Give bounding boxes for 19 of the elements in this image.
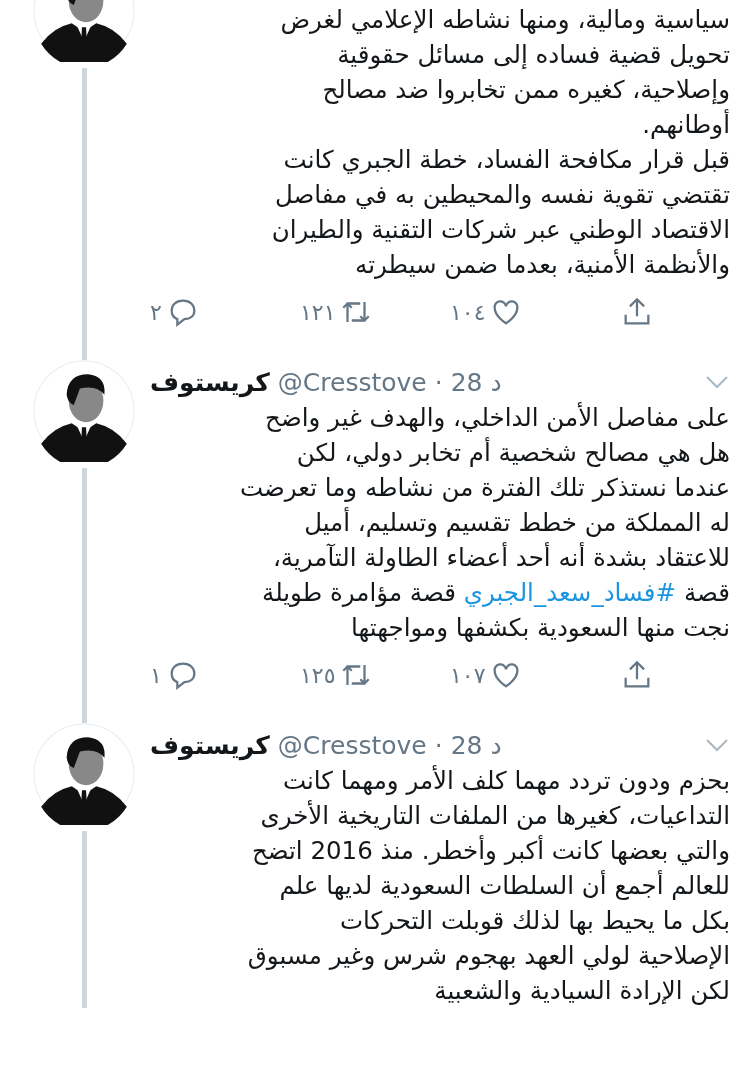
tweet-time: 28 د bbox=[450, 730, 502, 760]
tweet-text: بحزم ودون تردد مهما كلف الأمر ومهما كانت التداعيات، كغيرها من الملفات التاريخية الأخرى والتي بعضها كانت أكبر وأخطر. منذ 2016 اتضح للعالم أجمع أن السلطات السعودية لديها علم بكل ما يحيط بها لذلك قوبلت التحركات الإصلاحية لولي العهد بهجوم شرس وغير مسبوق لكن الإرادة السيادية والشعبية bbox=[246, 764, 730, 1007]
reply-count: ١ bbox=[150, 662, 162, 688]
avatar[interactable] bbox=[33, 723, 135, 825]
reply-count: ٢ bbox=[150, 299, 162, 325]
separator-dot: · bbox=[434, 367, 443, 397]
separator-dot: · bbox=[434, 730, 443, 760]
like-count: ١٠٧ bbox=[450, 662, 486, 688]
retweet-count: ١٢١ bbox=[300, 299, 336, 325]
tweet-text: على مفاصل الأمن الداخلي، والهدف غير واضح هل هي مصالح شخصية أم تخابر دولي، لكن عندما نستذكر تلك الفترة من نشاطه وما تعرضت له المملكة من خطط تقسيم وتسليم، أميل للاعتقاد بشدة أنه أحد أعضاء الطاولة التآمرية، قصة #فساد_سعد_الجبري قصة مؤامرة طويلة نجت منها السعودية بكشفها ومواجهتها bbox=[238, 401, 730, 644]
retweet-count: ١٢٥ bbox=[300, 662, 336, 688]
tweet-time: 28 د bbox=[450, 367, 502, 397]
tweet-text: سياسية ومالية، ومنها نشاطه الإعلامي لغرض تحويل قضية فساده إلى مسائل حقوقية وإصلاحية، كغيره ممن تخابروا ضد مصالح أوطانهم. قبل قرار مكافحة الفساد، خطة الجبري كانت تقتضي تقوية نفسه والمحيطين به في مفاصل الاقتصاد الوطني عبر شركات التقنية والطيران والأنظمة الأمنية، بعدما ضمن سيطرته bbox=[270, 4, 730, 281]
like-count: ١٠٤ bbox=[450, 299, 486, 325]
user-name[interactable]: كريستوف bbox=[150, 367, 270, 397]
avatar[interactable] bbox=[33, 360, 135, 462]
user-handle: @Cresstove bbox=[277, 730, 427, 760]
user-handle: @Cresstove bbox=[277, 367, 427, 397]
user-name[interactable]: كريستوف bbox=[150, 730, 270, 760]
